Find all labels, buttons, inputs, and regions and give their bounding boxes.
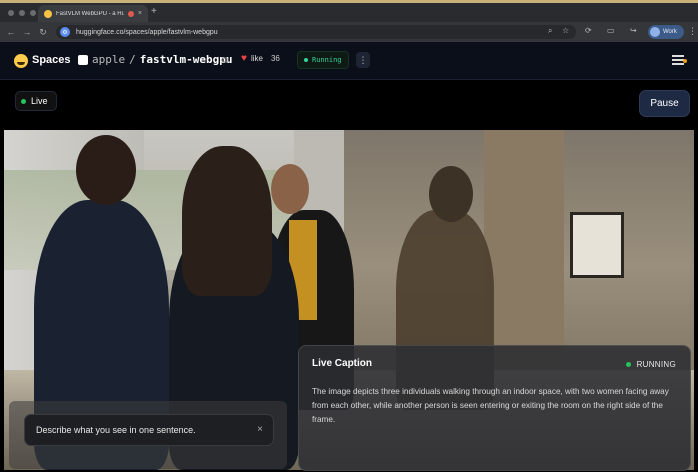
caption-status-text: RUNNING [636,360,676,369]
status-badge[interactable]: Running [297,51,349,69]
url-text: huggingface.co/spaces/apple/fastvlm-webg… [76,28,218,36]
org-avatar-icon [78,54,88,65]
address-bar-row: ← → ↻ ⚙ huggingface.co/spaces/apple/fast… [0,22,698,42]
hf-logo-icon[interactable] [14,54,28,68]
repo-link[interactable]: fastvlm-webgpu [140,53,233,66]
browser-tab-bar: FastVLM WebGPU - a Hu × + [0,0,698,22]
more-options-button[interactable]: ⋮ [356,52,370,68]
pause-button[interactable]: Pause [639,90,690,117]
profile-button[interactable]: Work [648,25,684,39]
live-label: Live [31,96,48,106]
forward-icon[interactable]: → [20,27,34,38]
caption-title: Live Caption [312,358,373,369]
clear-prompt-icon[interactable]: × [257,424,263,435]
browser-menu-icon[interactable]: ⋮ [688,26,697,37]
breadcrumb: apple / fastvlm-webgpu [78,53,232,66]
reload-icon[interactable]: ↻ [36,27,50,38]
heart-icon: ♥ [241,53,247,64]
extensions-icon[interactable]: ⟳ [585,26,592,35]
zoom-icon[interactable]: ⌕ [548,26,552,36]
like-label: like [250,54,263,63]
favicon-icon [44,9,52,18]
browser-tab[interactable]: FastVLM WebGPU - a Hu × [38,5,148,22]
live-caption-card: Live Caption RUNNING The image depicts t… [298,345,691,471]
tab-close-icon[interactable]: × [138,10,142,17]
status-text: Running [312,56,342,64]
running-dot-icon [625,362,631,367]
caption-text: The image depicts three individuals walk… [312,387,669,424]
prompt-text: Describe what you see in one sentence. [36,425,196,435]
live-dot-icon [21,98,26,104]
recording-icon [127,10,134,17]
window-controls[interactable] [8,10,36,16]
star-icon[interactable]: ☆ [562,26,569,35]
avatar [650,27,660,37]
profile-label: Work [663,29,677,35]
like-button[interactable]: ♥ like 36 [241,53,280,64]
like-count: 36 [270,54,280,63]
menu-icon[interactable] [672,55,687,67]
breadcrumb-separator: / [129,53,136,66]
site-info-icon[interactable]: ⚙ [60,27,70,37]
org-link[interactable]: apple [92,53,125,66]
new-tab-button[interactable]: + [151,6,157,17]
caption-status: RUNNING [625,360,676,369]
tab-title: FastVLM WebGPU - a Hu [56,10,124,17]
url-input[interactable]: ⚙ huggingface.co/spaces/apple/fastvlm-we… [56,25,576,39]
wall-artwork [570,212,624,278]
cast-icon[interactable]: ↪ [630,26,637,35]
live-badge: Live [15,91,57,111]
spaces-link[interactable]: Spaces [32,54,71,66]
hf-header: Spaces apple / fastvlm-webgpu ⧉ ♥ like 3… [0,42,698,80]
copy-icon[interactable]: ⧉ [222,55,228,66]
back-icon[interactable]: ← [4,27,18,38]
status-dot-icon [304,58,308,62]
prompt-input[interactable]: Describe what you see in one sentence. × [24,414,274,446]
sidepanel-icon[interactable]: ▭ [607,26,615,35]
